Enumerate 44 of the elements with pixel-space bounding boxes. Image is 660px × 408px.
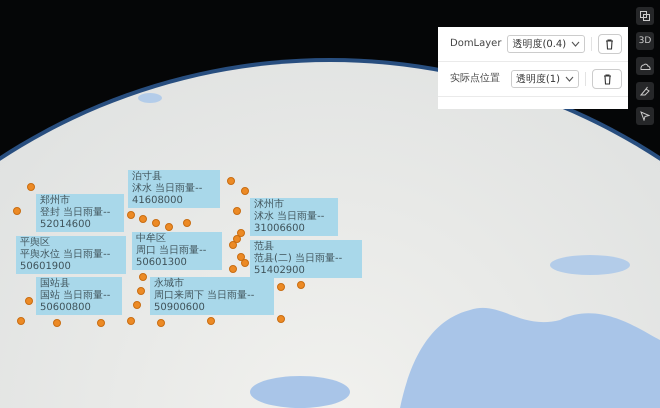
tool-button[interactable] — [636, 107, 654, 125]
station-code: 52014600 — [40, 219, 91, 231]
trash-icon — [602, 74, 612, 84]
tool-button[interactable] — [636, 82, 654, 100]
delete-button[interactable] — [592, 69, 622, 89]
caret-icon — [565, 76, 574, 82]
trash-icon — [605, 38, 614, 50]
delete-button[interactable] — [598, 34, 622, 54]
opacity-select[interactable]: 透明度(0.4) — [507, 35, 586, 53]
layer-name: 实际点位置 — [450, 72, 501, 86]
station-rainfall: 周口来周下 当日雨量-- — [154, 290, 254, 302]
station-rainfall: 沭水 当日雨量-- — [132, 183, 202, 195]
station-code: 41608000 — [132, 195, 183, 207]
station-name: 永城市 — [154, 278, 184, 290]
station-rainfall: 平舆水位 当日雨量-- — [20, 249, 110, 261]
caret-icon — [571, 41, 580, 47]
station-rainfall: 范县(二) 当日雨量-- — [254, 253, 342, 265]
pointer-icon — [640, 111, 650, 121]
station-name: 国站县 — [40, 278, 70, 290]
station-rainfall: 登封 当日雨量-- — [40, 207, 110, 219]
station-name: 泊寸县 — [132, 171, 162, 182]
station-name: 郑州市 — [40, 195, 70, 206]
station-code: 50601300 — [136, 257, 187, 269]
station-name: 沭州市 — [254, 199, 284, 210]
tool-button[interactable] — [636, 7, 654, 25]
eraser-icon — [640, 86, 650, 96]
tool-button[interactable] — [636, 57, 654, 75]
station-name: 范县 — [254, 241, 274, 252]
station-name: 平舆区 — [20, 237, 50, 248]
layer-name: DomLayer — [450, 37, 502, 51]
station-code: 31006600 — [254, 223, 305, 235]
station-code: 50601900 — [20, 261, 71, 273]
station-rainfall: 周口 当日雨量-- — [136, 245, 206, 257]
station-name: 中牟区 — [136, 233, 166, 244]
layers-icon — [640, 11, 650, 21]
view-mode-button[interactable]: 3D — [636, 32, 654, 50]
map-marker[interactable] — [237, 229, 245, 237]
station-code: 51402900 — [254, 265, 305, 277]
station-rainfall: 国站 当日雨量-- — [40, 290, 110, 302]
station-code: 50600800 — [40, 302, 91, 314]
cloud-icon — [640, 62, 650, 70]
station-code: 50900600 — [154, 302, 205, 314]
station-rainfall: 沭水 当日雨量-- — [254, 211, 324, 223]
opacity-select[interactable]: 透明度(1) — [510, 70, 579, 88]
